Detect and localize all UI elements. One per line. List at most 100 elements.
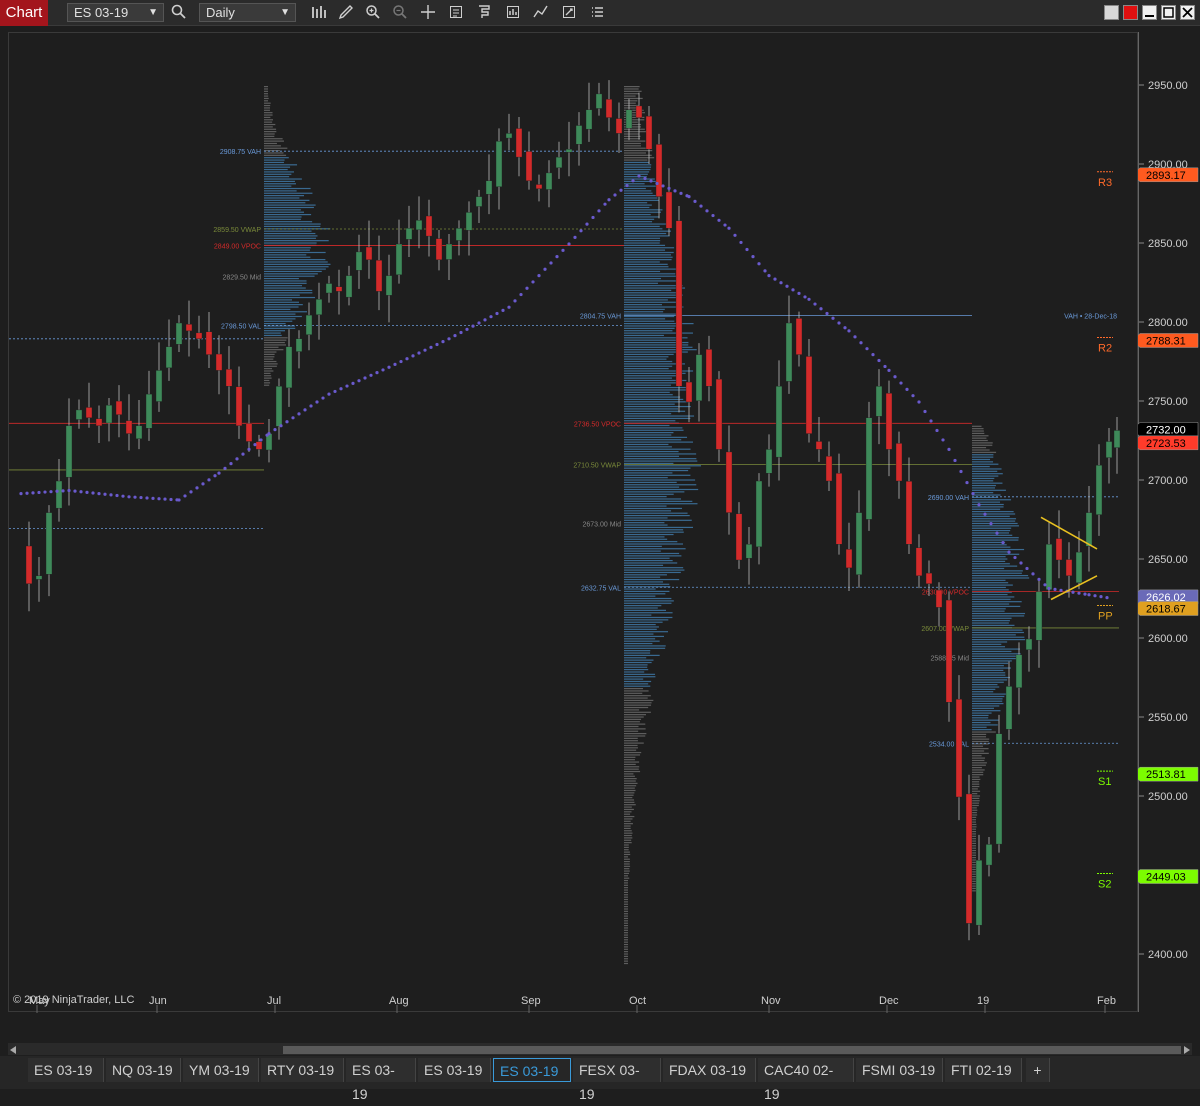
vwap-dot: [813, 302, 817, 306]
zoom-out-icon[interactable]: [391, 4, 409, 22]
search-icon[interactable]: [170, 4, 188, 22]
profile-bar: [624, 330, 673, 332]
vwap-dot: [579, 229, 583, 233]
instrument-selector[interactable]: ES 03-19 ▼: [67, 3, 164, 22]
drawing-tools-icon[interactable]: [337, 4, 355, 22]
vwap-dot: [507, 305, 511, 309]
chart-trader-icon[interactable]: [532, 4, 550, 22]
profile-bar: [624, 370, 694, 372]
instrument-tab[interactable]: ES 03-19: [418, 1058, 491, 1082]
profile-bar: [624, 332, 693, 334]
vwap-dot: [201, 482, 205, 486]
profile-bar: [264, 131, 277, 133]
strategies-icon[interactable]: [504, 4, 522, 22]
bar-style-icon[interactable]: [310, 4, 328, 22]
profile-bar: [264, 90, 268, 92]
vwap-dot: [705, 209, 709, 213]
close-button[interactable]: [1180, 5, 1195, 20]
profile-bar: [972, 541, 1006, 544]
profile-bar: [624, 327, 675, 329]
candle-down: [365, 246, 373, 261]
vwap-dot: [1071, 590, 1075, 594]
price-chart-panel[interactable]: May Jun Jul Aug Sep Oct Nov Dec 19 Feb 2908.75 VAH…: [8, 32, 1139, 1013]
instrument-tab[interactable]: FTI 02-19: [945, 1058, 1022, 1082]
instrument-tab[interactable]: ES 03-19: [346, 1058, 416, 1102]
instrument-tab[interactable]: NQ 03-19: [106, 1058, 181, 1082]
vwap-dot: [405, 357, 409, 361]
profile-bar: [972, 558, 1008, 560]
pivot-label: R2: [1098, 342, 1112, 354]
vwap-dot: [351, 381, 355, 385]
price-marker-label: 2893.17: [1146, 170, 1186, 182]
instrument-tab[interactable]: ES 03-19: [28, 1058, 104, 1082]
profile-bar: [972, 845, 976, 847]
candle-down: [735, 513, 743, 561]
minimize-button[interactable]: [1142, 5, 1157, 20]
zoom-in-icon[interactable]: [364, 4, 382, 22]
vwap-dot: [363, 376, 367, 380]
candle-up: [595, 93, 603, 109]
profile-bar: [264, 313, 296, 315]
profile-bar: [624, 152, 646, 154]
profile-bar: [264, 154, 287, 156]
profile-bar: [264, 254, 307, 256]
vwap-dot: [643, 176, 647, 181]
profile-level-label: 2534.00 VAL: [929, 741, 969, 748]
profile-bar: [972, 847, 976, 849]
candle-down: [195, 332, 203, 339]
price-axis[interactable]: 2950.00 2900.00 2850.00 2800.00 2750.00 2700.…: [1131, 32, 1200, 1012]
scroll-right-icon[interactable]: [1184, 1046, 1190, 1054]
profile-bar: [972, 624, 1015, 626]
candle-down: [205, 331, 213, 355]
add-tab-button[interactable]: +: [1026, 1058, 1050, 1082]
vwap-dot: [1099, 595, 1103, 599]
maximize-button[interactable]: [1161, 5, 1176, 20]
profile-bar: [624, 242, 660, 244]
vwap-dot: [779, 281, 783, 285]
instrument-tab[interactable]: ES 03-19: [493, 1058, 571, 1082]
profile-bar: [624, 228, 663, 230]
instrument-tab[interactable]: FSMI 03-19: [856, 1058, 943, 1082]
interval-selector[interactable]: Daily ▼: [199, 3, 296, 22]
instrument-tab[interactable]: YM 03-19: [183, 1058, 259, 1082]
profile-bar: [624, 820, 631, 822]
profile-bar: [972, 484, 996, 487]
instrument-tab[interactable]: RTY 03-19: [261, 1058, 344, 1082]
instrument-tab[interactable]: FESX 03-19: [573, 1058, 661, 1102]
vwap-dot: [43, 490, 47, 494]
profile-bar: [624, 472, 673, 474]
profile-bar: [264, 363, 278, 365]
profile-level-label: 2849.00 VPOC: [214, 244, 261, 251]
profile-bar: [264, 164, 298, 166]
scroll-thumb[interactable]: [283, 1046, 1181, 1054]
instrument-tab[interactable]: CAC40 02-19: [758, 1058, 854, 1102]
crosshair-icon[interactable]: [419, 4, 437, 22]
vwap-dot: [333, 389, 337, 394]
profile-bar: [972, 572, 1022, 574]
profile-bar: [624, 934, 628, 936]
window-link-button[interactable]: [1123, 5, 1138, 20]
profile-bar: [264, 301, 299, 303]
data-box-icon[interactable]: [447, 4, 465, 22]
indicators-icon[interactable]: [476, 4, 494, 22]
templates-icon[interactable]: [588, 4, 606, 22]
profile-bar: [624, 244, 666, 246]
price-chart[interactable]: May Jun Jul Aug Sep Oct Nov Dec 19 Feb2908.75 VAH…: [9, 33, 1139, 1013]
vwap-dot: [859, 341, 863, 345]
profile-bar: [624, 908, 628, 910]
profile-bar: [972, 755, 982, 757]
vwap-dot: [387, 365, 391, 369]
instrument-tab[interactable]: FDAX 03-19: [663, 1058, 756, 1082]
y-tick-label: 2400.00: [1148, 949, 1188, 961]
profile-bar: [972, 489, 1006, 491]
vwap-dot: [917, 400, 921, 404]
profile-bar: [264, 270, 322, 273]
scroll-left-icon[interactable]: [10, 1046, 16, 1054]
horizontal-scrollbar[interactable]: [8, 1043, 1192, 1055]
window-settings-button[interactable]: [1104, 5, 1119, 20]
profile-bar: [624, 770, 641, 773]
properties-icon[interactable]: [560, 4, 578, 22]
vwap-dot: [679, 191, 683, 195]
candle-up: [325, 283, 333, 294]
profile-bar: [264, 382, 271, 384]
